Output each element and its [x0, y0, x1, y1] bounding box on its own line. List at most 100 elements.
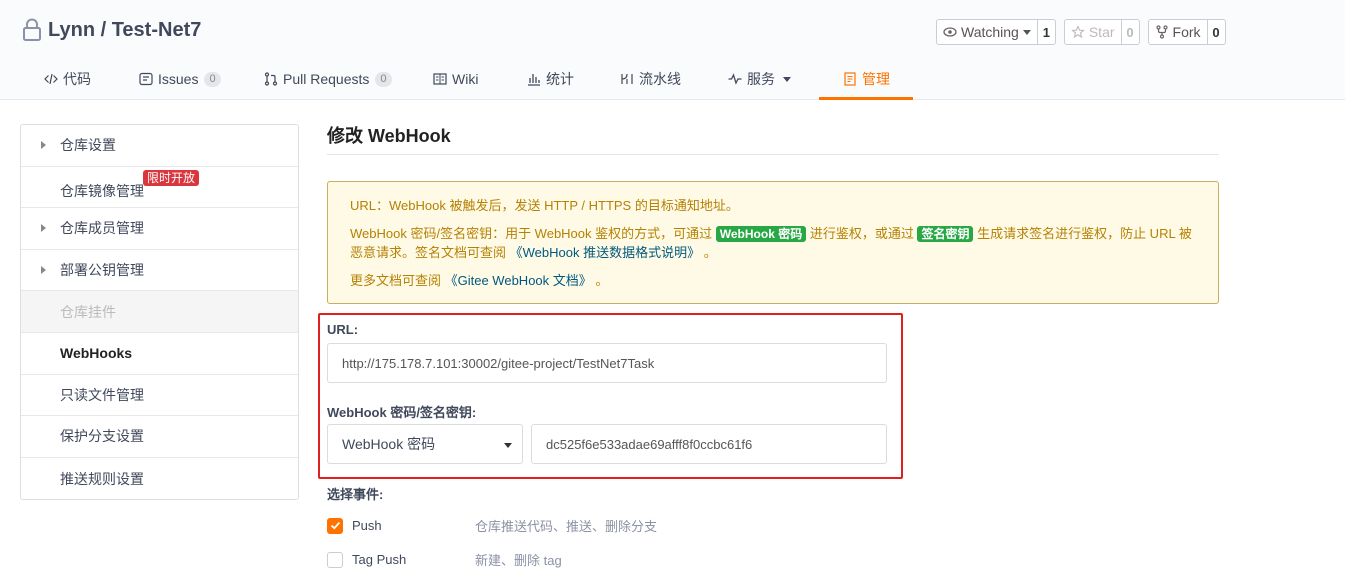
sidebar-item-push-rules[interactable]: 推送规则设置	[21, 458, 298, 500]
pipeline-icon	[621, 73, 633, 84]
repo-actions: Watching 1 Star 0 Fork 0	[936, 19, 1226, 45]
sidebar-item-widgets: 仓库挂件	[21, 291, 298, 333]
star-count[interactable]: 0	[1122, 20, 1139, 44]
sidebar-item-protected-branches[interactable]: 保护分支设置	[21, 416, 298, 458]
tab-issues[interactable]: Issues 0	[139, 58, 221, 100]
stats-icon	[528, 74, 540, 86]
tab-label: 管理	[862, 71, 890, 87]
sidebar-item-repo-settings[interactable]: 仓库设置	[21, 125, 298, 167]
watch-count[interactable]: 1	[1038, 20, 1055, 44]
tab-label: Pull Requests	[283, 71, 370, 87]
fork-icon	[1155, 25, 1168, 39]
webhook-notice: URL：WebHook 被触发后，发送 HTTP / HTTPS 的目标通知地址…	[327, 181, 1219, 304]
issues-icon	[139, 72, 153, 86]
star-button-group: Star 0	[1063, 19, 1140, 45]
chevron-down-icon	[504, 443, 512, 448]
repo-header: Lynn / Test-Net7 Watching 1 Star 0 Fork …	[0, 0, 1345, 100]
chevron-down-icon	[783, 76, 791, 82]
sidebar-item-label: 部署公钥管理	[60, 262, 144, 279]
chevron-down-icon	[1022, 29, 1031, 35]
page-title: 修改 WebHook	[327, 122, 1219, 155]
events-label: 选择事件:	[327, 487, 384, 502]
check-icon	[330, 521, 340, 530]
notice-text: WebHook 密码/签名密钥：用于 WebHook 鉴权的方式，可通过	[350, 226, 716, 241]
sidebar-item-readonly-files[interactable]: 只读文件管理	[21, 375, 298, 417]
settings-sidebar: 仓库设置 仓库镜像管理 限时开放 仓库成员管理 部署公钥管理 仓库挂件 WebH…	[20, 124, 299, 501]
notice-text: 。	[591, 273, 609, 288]
tab-wiki[interactable]: Wiki	[433, 58, 478, 100]
tab-pipeline[interactable]: 流水线	[620, 58, 681, 100]
star-icon	[1070, 25, 1085, 39]
sidebar-item-label: 仓库挂件	[60, 303, 116, 320]
lock-icon	[23, 18, 41, 41]
webhook-edit-panel: 修改 WebHook URL：WebHook 被触发后，发送 HTTP / HT…	[327, 122, 1219, 304]
event-desc: 仓库推送代码、推送、删除分支	[475, 519, 658, 534]
tab-label: 服务	[747, 71, 775, 87]
sidebar-item-label: 保护分支设置	[60, 428, 144, 445]
event-desc: 新建、删除 tag	[475, 553, 562, 568]
pulse-icon	[728, 73, 742, 85]
tab-stats[interactable]: 统计	[527, 58, 574, 100]
tab-services[interactable]: 服务	[728, 58, 791, 100]
repo-name-link[interactable]: Lynn / Test-Net7	[48, 19, 201, 42]
sidebar-item-deploy-keys[interactable]: 部署公钥管理	[21, 250, 298, 292]
manage-icon	[844, 72, 856, 86]
fork-label: Fork	[1172, 24, 1201, 40]
chevron-right-icon	[41, 141, 46, 149]
eye-icon	[943, 27, 957, 37]
chevron-right-icon	[41, 265, 46, 274]
limited-open-badge: 限时开放	[143, 169, 200, 186]
sidebar-item-label: 仓库镜像管理	[60, 182, 144, 199]
tab-manage[interactable]: 管理	[843, 58, 890, 100]
repo-title: Lynn / Test-Net7	[22, 18, 201, 42]
notice-text: 更多文档可查阅	[350, 273, 445, 288]
active-tab-indicator	[819, 97, 913, 100]
event-row-tag-push: Tag Push 新建、删除 tag	[327, 550, 562, 569]
push-format-doc-link[interactable]: 《WebHook 推送数据格式说明》	[510, 245, 700, 260]
sidebar-item-label: 只读文件管理	[60, 386, 144, 403]
sidebar-item-label: 仓库成员管理	[60, 220, 144, 237]
fork-button-group: Fork 0	[1147, 19, 1226, 45]
url-input[interactable]: http://175.178.7.101:30002/gitee-project…	[327, 343, 887, 383]
tab-label: 统计	[546, 71, 574, 87]
notice-text: 进行鉴权，或通过	[806, 226, 918, 241]
event-name: Tag Push	[352, 552, 407, 567]
secret-type-select[interactable]: WebHook 密码	[327, 424, 523, 464]
gitee-webhook-doc-link[interactable]: 《Gitee WebHook 文档》	[445, 273, 592, 288]
secret-input[interactable]: dc525f6e533adae69afff8f0ccbc61f6	[531, 424, 887, 464]
sidebar-item-webhooks[interactable]: WebHooks	[21, 333, 298, 375]
tab-label: Issues	[158, 71, 199, 87]
watch-label: Watching	[961, 24, 1019, 40]
sidebar-item-label: 推送规则设置	[60, 470, 144, 487]
sidebar-item-mirror[interactable]: 仓库镜像管理 限时开放	[21, 167, 298, 209]
issues-count-badge: 0	[204, 71, 221, 87]
url-label: URL:	[327, 322, 359, 337]
tag-push-checkbox[interactable]	[327, 551, 343, 568]
watch-button[interactable]: Watching	[937, 20, 1038, 44]
sidebar-item-members[interactable]: 仓库成员管理	[21, 208, 298, 250]
star-label: Star	[1088, 24, 1115, 40]
star-button[interactable]: Star	[1065, 20, 1122, 44]
event-row-push: Push 仓库推送代码、推送、删除分支	[327, 516, 657, 535]
notice-secret-text: WebHook 密码/签名密钥：用于 WebHook 鉴权的方式，可通过 Web…	[350, 224, 1196, 262]
notice-more-docs: 更多文档可查阅 《Gitee WebHook 文档》 。	[350, 271, 1196, 290]
pr-count-badge: 0	[375, 71, 392, 87]
notice-url-text: URL：WebHook 被触发后，发送 HTTP / HTTPS 的目标通知地址…	[350, 198, 739, 213]
watch-button-group: Watching 1	[936, 19, 1056, 45]
sidebar-item-label: 仓库设置	[60, 137, 116, 154]
secret-label: WebHook 密码/签名密钥:	[327, 405, 477, 420]
fork-button[interactable]: Fork	[1149, 20, 1208, 44]
tab-code[interactable]: 代码	[44, 58, 91, 100]
fork-count[interactable]: 0	[1208, 20, 1225, 44]
code-icon	[44, 73, 58, 85]
notice-text: 。	[700, 245, 717, 260]
tab-label: 流水线	[639, 71, 681, 87]
tab-label: Wiki	[452, 71, 479, 87]
signing-key-tag: 签名密钥	[917, 226, 974, 242]
sidebar-item-label: WebHooks	[60, 345, 133, 362]
webhook-password-tag: WebHook 密码	[715, 226, 807, 242]
tab-pull-requests[interactable]: Pull Requests 0	[264, 58, 392, 100]
push-checkbox[interactable]	[327, 517, 343, 534]
pull-request-icon	[264, 72, 278, 86]
secret-type-value: WebHook 密码	[342, 436, 436, 452]
